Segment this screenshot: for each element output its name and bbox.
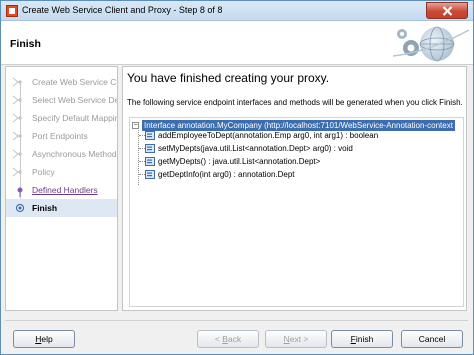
content-heading: You have finished creating your proxy. [127, 71, 330, 85]
step-done-icon [10, 165, 24, 179]
step-label: Create Web Service Client [32, 77, 117, 87]
app-icon [6, 5, 18, 17]
step-done-icon [10, 111, 24, 125]
step-done-icon [10, 93, 24, 107]
help-button[interactable]: Help [13, 330, 75, 348]
wizard-header: Finish [1, 21, 473, 65]
step-label: Specify Default Mapping [32, 113, 118, 123]
step-label: Defined Handlers [32, 185, 98, 195]
step-defined-handlers[interactable]: Defined Handlers [6, 181, 117, 199]
method-label: getDeptInfo(int arg0) : annotation.Dept [158, 170, 295, 179]
method-label: getMyDepts() : java.util.List<annotation… [158, 157, 321, 166]
step-finish[interactable]: Finish [6, 199, 117, 217]
finish-label-rest: inish [355, 334, 374, 344]
method-icon [145, 157, 156, 169]
method-label: setMyDepts(java.util.List<annotation.Dep… [158, 144, 353, 153]
tree-connector [138, 130, 139, 185]
tree-node-method[interactable]: getMyDepts() : java.util.List<annotation… [145, 157, 463, 167]
step-label: Policy [32, 167, 55, 177]
step-specify-default-mapping[interactable]: Specify Default Mapping [6, 109, 118, 127]
step-done-icon [10, 147, 24, 161]
finish-button[interactable]: Finish [331, 330, 393, 348]
method-label: addEmployeeToDept(annotation.Emp arg0, i… [158, 131, 379, 140]
back-button[interactable]: < Back [197, 330, 259, 348]
step-asynchronous-methods[interactable]: Asynchronous Methods [6, 145, 118, 163]
step-current-icon [10, 201, 25, 215]
next-label-rest: ext > [289, 334, 309, 344]
step-select-web-service-description[interactable]: Select Web Service Description [6, 91, 117, 109]
generated-items-tree[interactable]: − Interface annotation.MyCompany (http:/… [129, 117, 464, 307]
step-create-web-service-client[interactable]: Create Web Service Client [6, 73, 117, 91]
page-title: Finish [10, 38, 41, 50]
step-label: Port Endpoints [32, 131, 88, 141]
help-label-rest: elp [41, 334, 53, 344]
step-done-icon [10, 75, 24, 89]
title-bar[interactable]: Create Web Service Client and Proxy - St… [1, 1, 473, 21]
step-port-endpoints[interactable]: Port Endpoints [6, 127, 117, 145]
next-button[interactable]: Next > [265, 330, 327, 348]
close-button[interactable] [426, 2, 468, 19]
content-panel: You have finished creating your proxy. T… [122, 66, 467, 311]
interface-label[interactable]: Interface annotation.MyCompany (http://l… [142, 120, 455, 131]
back-label-rest: ack [227, 334, 242, 344]
step-label: Finish [32, 203, 58, 213]
footer-divider [5, 320, 468, 321]
cancel-button[interactable]: Cancel [401, 330, 463, 348]
globe-gear-icon [392, 26, 470, 62]
step-label: Asynchronous Methods [32, 149, 118, 159]
method-icon [145, 131, 156, 143]
content-description: The following service endpoint interface… [127, 98, 463, 107]
step-label: Select Web Service Description [32, 95, 117, 105]
wizard-window: Create Web Service Client and Proxy - St… [0, 0, 474, 355]
method-icon [145, 170, 156, 182]
tree-node-method[interactable]: addEmployeeToDept(annotation.Emp arg0, i… [145, 131, 463, 141]
method-icon [145, 144, 156, 156]
step-policy[interactable]: Policy [6, 163, 117, 181]
step-link-icon [10, 183, 24, 197]
tree-node-method[interactable]: getDeptInfo(int arg0) : annotation.Dept [145, 170, 463, 180]
window-title: Create Web Service Client and Proxy - St… [22, 5, 223, 15]
step-done-icon [10, 129, 24, 143]
collapse-icon[interactable]: − [132, 122, 139, 129]
tree-node-interface[interactable]: − Interface annotation.MyCompany (http:/… [131, 120, 463, 131]
steps-panel: Create Web Service Client Select Web Ser… [5, 66, 118, 311]
close-icon [442, 6, 453, 16]
tree-node-method[interactable]: setMyDepts(java.util.List<annotation.Dep… [145, 144, 463, 154]
